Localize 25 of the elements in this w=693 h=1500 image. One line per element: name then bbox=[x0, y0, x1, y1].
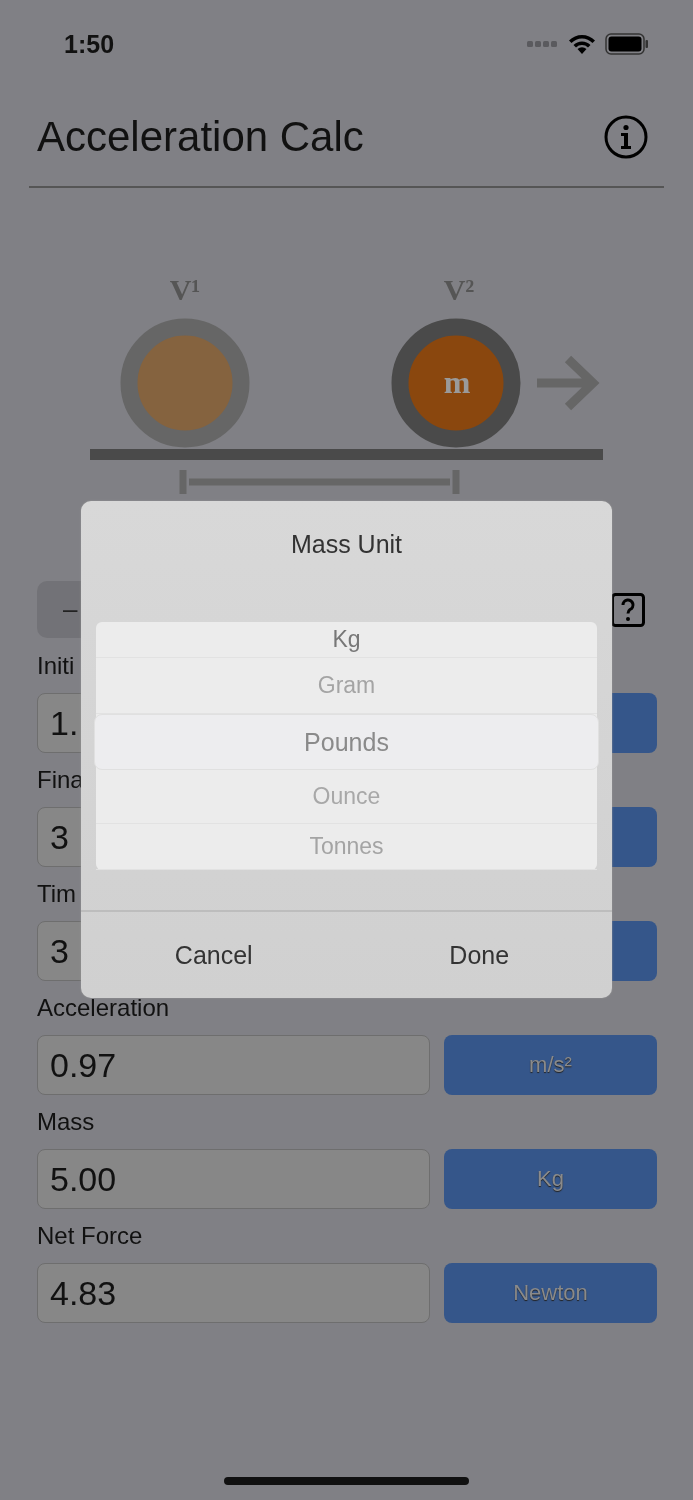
picker-option[interactable]: Kg bbox=[96, 622, 597, 659]
dialog-button[interactable]: Done bbox=[346, 912, 612, 998]
input-field[interactable]: 4.83 bbox=[37, 1263, 430, 1323]
info-icon[interactable] bbox=[604, 115, 648, 159]
signal-icon bbox=[527, 40, 559, 48]
field-label: Initi bbox=[37, 652, 75, 679]
field-label: Net Force bbox=[37, 1222, 143, 1249]
battery-icon bbox=[605, 33, 649, 55]
picker-option[interactable]: Ounce bbox=[96, 770, 597, 825]
input-field[interactable]: 5.00 bbox=[37, 1149, 430, 1209]
app-title: Acceleration Calc bbox=[37, 113, 364, 161]
dialog-title: Mass Unit bbox=[290, 529, 403, 559]
picker-option[interactable]: Gram bbox=[96, 658, 597, 714]
picker-option[interactable]: Pounds bbox=[94, 713, 599, 771]
unit-button[interactable]: m/s² bbox=[444, 1035, 657, 1095]
status-time: 1:50 bbox=[64, 29, 115, 59]
input-field[interactable]: 0.97 bbox=[37, 1035, 430, 1095]
field-label: Tim bbox=[37, 880, 77, 907]
help-icon[interactable] bbox=[611, 592, 645, 627]
unit-button[interactable]: Kg bbox=[444, 1149, 657, 1209]
picker-option[interactable]: Tonnes bbox=[96, 824, 597, 870]
mass-label: m bbox=[443, 364, 471, 400]
wifi-icon bbox=[567, 33, 597, 55]
unit-button[interactable]: Newton bbox=[444, 1263, 657, 1323]
field-label: Mass bbox=[37, 1108, 95, 1135]
